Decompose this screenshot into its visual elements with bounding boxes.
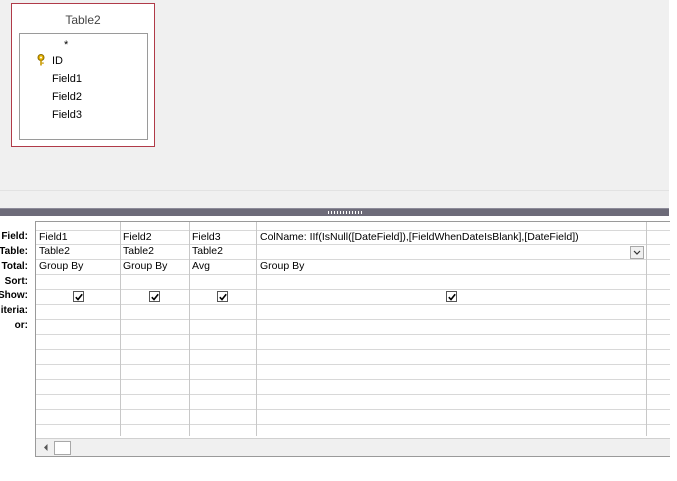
checkmark-icon bbox=[151, 293, 159, 301]
grid-line bbox=[36, 274, 670, 275]
field-cell-4[interactable]: ColName: IIf(IsNull([DateField]),[FieldW… bbox=[260, 230, 644, 245]
total-cell-1[interactable]: Group By bbox=[39, 259, 119, 274]
row-label-total: Total: bbox=[1, 261, 28, 272]
grid-line bbox=[36, 394, 670, 395]
grid-line bbox=[36, 349, 670, 350]
field-item-field2[interactable]: Field2 bbox=[52, 89, 82, 105]
grid-line bbox=[36, 304, 670, 305]
row-label-or: or: bbox=[14, 320, 28, 331]
table-cell-2[interactable]: Table2 bbox=[123, 244, 188, 259]
field-item-all[interactable]: * bbox=[64, 37, 84, 53]
table-field-list-window[interactable]: Table2 * ID Field1 Field2 Field3 bbox=[11, 3, 155, 147]
scrollbar-thumb[interactable] bbox=[54, 441, 71, 455]
chevron-down-icon bbox=[633, 250, 641, 255]
row-label-show: Show: bbox=[0, 290, 28, 301]
grid-line bbox=[36, 289, 670, 290]
column-divider[interactable] bbox=[646, 222, 647, 436]
table-cell-4[interactable] bbox=[260, 244, 620, 259]
row-label-criteria: iteria: bbox=[0, 305, 28, 316]
row-label-table: Table: bbox=[0, 246, 28, 257]
field-cell-3[interactable]: Field3 bbox=[192, 230, 254, 245]
query-tables-pane: Table2 * ID Field1 Field2 Field3 bbox=[0, 0, 669, 190]
field-cell-2[interactable]: Field2 bbox=[123, 230, 188, 245]
grid-line bbox=[36, 424, 670, 425]
checkmark-icon bbox=[448, 293, 456, 301]
grid-line bbox=[36, 334, 670, 335]
horizontal-scrollbar[interactable] bbox=[36, 438, 670, 456]
field-item-field1[interactable]: Field1 bbox=[52, 71, 82, 87]
arrow-left-icon bbox=[44, 444, 48, 451]
field-cell-1[interactable]: Field1 bbox=[39, 230, 119, 245]
field-list[interactable]: * ID Field1 Field2 Field3 bbox=[19, 33, 148, 140]
total-cell-2[interactable]: Group By bbox=[123, 259, 188, 274]
grid-line bbox=[36, 379, 670, 380]
table-dropdown-button[interactable] bbox=[630, 246, 644, 259]
query-design-grid[interactable]: Field1 Table2 Group By Field2 Table2 Gro… bbox=[35, 221, 670, 457]
table-title: Table2 bbox=[65, 13, 101, 27]
grid-line bbox=[36, 409, 670, 410]
row-label-sort: Sort: bbox=[4, 276, 28, 287]
show-checkbox-1[interactable] bbox=[73, 291, 84, 302]
grid-line bbox=[36, 364, 670, 365]
scroll-left-button[interactable] bbox=[39, 441, 53, 454]
total-cell-4[interactable]: Group By bbox=[260, 259, 644, 274]
total-cell-3[interactable]: Avg bbox=[192, 259, 254, 274]
checkmark-icon bbox=[75, 293, 83, 301]
tables-pane-footer bbox=[0, 190, 669, 209]
column-divider[interactable] bbox=[120, 222, 121, 436]
table-cell-1[interactable]: Table2 bbox=[39, 244, 119, 259]
splitter-grip[interactable] bbox=[328, 211, 362, 214]
show-checkbox-2[interactable] bbox=[149, 291, 160, 302]
field-item-id[interactable]: ID bbox=[52, 53, 63, 69]
checkmark-icon bbox=[219, 293, 227, 301]
show-checkbox-4[interactable] bbox=[446, 291, 457, 302]
column-divider[interactable] bbox=[256, 222, 257, 436]
field-item-field3[interactable]: Field3 bbox=[52, 107, 82, 123]
table-cell-3[interactable]: Table2 bbox=[192, 244, 254, 259]
show-checkbox-3[interactable] bbox=[217, 291, 228, 302]
row-label-field: Field: bbox=[1, 231, 28, 242]
grid-line bbox=[36, 319, 670, 320]
column-divider[interactable] bbox=[189, 222, 190, 436]
key-icon bbox=[37, 54, 45, 66]
